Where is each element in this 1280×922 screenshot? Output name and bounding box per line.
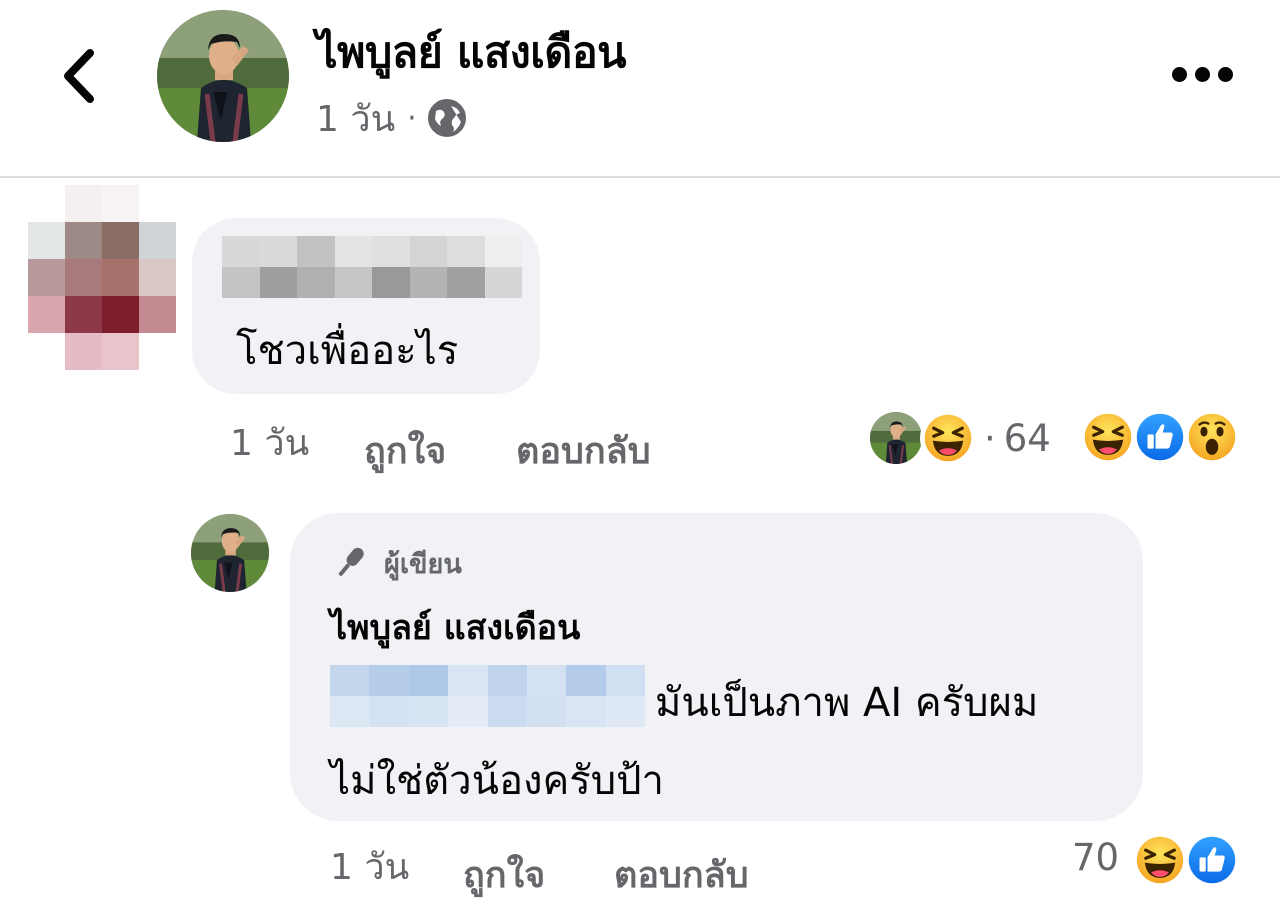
reply-reaction-count[interactable]: 70 — [1072, 836, 1119, 879]
reply-author-name[interactable]: ไพบูลย์ แสงเดือน — [330, 600, 580, 654]
meta-separator: · — [407, 100, 417, 136]
reply-button[interactable]: ตอบกลับ — [516, 422, 651, 479]
back-button[interactable] — [44, 36, 114, 116]
comment-actions-reply: ตอบกลับ — [516, 422, 651, 479]
like-button[interactable]: ถูกใจ — [364, 422, 446, 479]
commenter-avatar-blurred[interactable] — [28, 185, 176, 370]
post-meta: 1 วัน · — [316, 95, 467, 141]
reaction-summary[interactable] — [1080, 409, 1240, 465]
more-options-button[interactable] — [1162, 50, 1242, 98]
reply-author-avatar[interactable] — [191, 514, 269, 592]
tagged-name-blurred[interactable] — [330, 665, 646, 727]
like-emoji — [1132, 409, 1188, 465]
haha-emoji — [1132, 832, 1188, 888]
reply-like-button[interactable]: ถูกใจ — [463, 846, 545, 903]
reactor-avatar — [870, 412, 922, 464]
author-avatar[interactable] — [157, 10, 289, 142]
comment-actions-links: ถูกใจ — [364, 422, 446, 479]
post-header: ไพบูลย์ แสงเดือน 1 วัน · — [0, 0, 1280, 178]
author-badge-label: ผู้เขียน — [384, 548, 462, 580]
author-name[interactable]: ไพบูลย์ แสงเดือน — [316, 18, 627, 86]
reply-actions-like: ถูกใจ — [463, 846, 545, 903]
more-dot — [1171, 66, 1187, 82]
comment-time[interactable]: 1 วัน — [230, 414, 309, 471]
globe-icon — [427, 99, 466, 137]
reply-reaction-summary[interactable] — [1132, 832, 1240, 888]
reply-actions-reply: ตอบกลับ — [614, 846, 749, 903]
like-emoji — [1184, 832, 1240, 888]
reply-text-line-1: มันเป็นภาพ AI ครับผม — [655, 680, 1039, 726]
reactor-separator: · — [984, 416, 996, 460]
reply-reply-button[interactable]: ตอบกลับ — [614, 846, 749, 903]
author-badge: ผู้เขียน — [330, 541, 462, 585]
microphone-icon — [338, 547, 364, 576]
haha-emoji — [1080, 409, 1136, 465]
more-dot — [1194, 66, 1210, 82]
chevron-left-icon — [64, 49, 94, 103]
reply-actions-time: 1 วัน — [330, 838, 409, 895]
more-dot — [1217, 66, 1233, 82]
reply-text-line-2: ไม่ใช่ตัวน้องครับป้า — [330, 758, 664, 804]
author-reaction[interactable]: · 64 — [870, 410, 1051, 466]
comment-actions: 1 วัน — [230, 414, 309, 471]
commenter-name-blurred[interactable] — [222, 236, 522, 298]
reaction-count[interactable]: 64 — [1004, 417, 1051, 460]
reply-time[interactable]: 1 วัน — [330, 838, 409, 895]
comment-text: โชวเพื่ออะไร — [236, 328, 459, 374]
wow-emoji — [1184, 409, 1240, 465]
post-time[interactable]: 1 วัน — [316, 90, 395, 147]
haha-emoji — [920, 410, 976, 466]
